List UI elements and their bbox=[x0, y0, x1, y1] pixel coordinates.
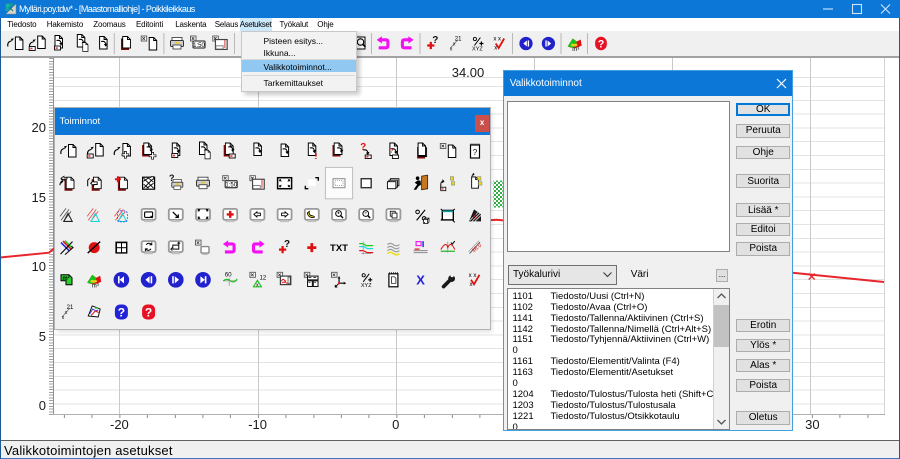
svg-text:1:50: 1:50 bbox=[225, 183, 237, 189]
svg-text:60: 60 bbox=[225, 272, 232, 278]
svg-text:?: ? bbox=[284, 239, 290, 250]
svg-text:X: X bbox=[416, 273, 425, 288]
svg-text:m³: m³ bbox=[92, 283, 99, 289]
svg-text:?: ? bbox=[360, 142, 366, 153]
svg-text:x x: x x bbox=[469, 273, 477, 279]
svg-text:TXT: TXT bbox=[330, 243, 348, 254]
svg-text:?: ? bbox=[145, 306, 152, 320]
svg-text:m²: m² bbox=[62, 275, 69, 282]
svg-text:38.0: 38.0 bbox=[471, 243, 483, 254]
svg-text:XYZ: XYZ bbox=[361, 283, 372, 289]
svg-text:x: x bbox=[256, 282, 259, 288]
svg-text:?: ? bbox=[473, 148, 478, 157]
svg-text:12: 12 bbox=[260, 275, 267, 281]
svg-text:21: 21 bbox=[67, 305, 74, 311]
svg-text:?: ? bbox=[118, 306, 125, 320]
